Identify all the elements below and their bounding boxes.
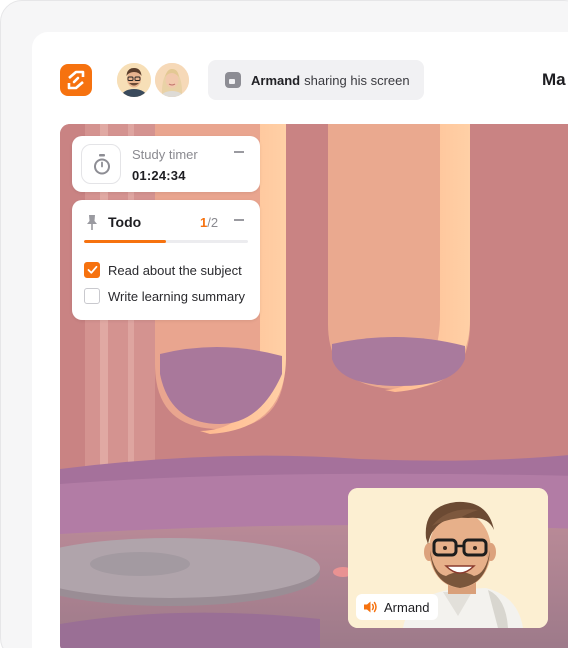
presenter-video-tile[interactable]: Armand	[348, 488, 548, 628]
todo-total-count: /2	[207, 215, 219, 230]
todo-progress-bar	[84, 240, 248, 243]
todo-item[interactable]: Write learning summary	[84, 288, 245, 304]
todo-item[interactable]: Read about the subject	[84, 262, 242, 278]
todo-widget: Todo 1/2 Read about the subject Write le…	[72, 200, 260, 320]
sharer-name: Armand	[251, 72, 301, 88]
screen-share-icon	[225, 72, 241, 88]
pin-icon[interactable]	[86, 215, 98, 230]
speaker-volume-icon	[364, 601, 377, 613]
app-logo-icon[interactable]	[60, 64, 92, 96]
todo-checkbox-unchecked[interactable]	[84, 288, 100, 304]
todo-progress-fill	[84, 240, 166, 243]
study-timer-title: Study timer	[132, 147, 198, 162]
study-timer-value: 01:24:34	[132, 168, 186, 183]
minimize-timer-button[interactable]	[234, 151, 244, 153]
meeting-title: Ma	[542, 70, 566, 89]
share-status-text: sharing his screen	[304, 72, 410, 88]
screen-share-status: Armand sharing his screen	[208, 60, 424, 100]
participant-avatar-woman[interactable]	[153, 61, 191, 99]
stopwatch-icon	[81, 144, 121, 184]
todo-title: Todo	[108, 214, 142, 230]
participant-avatar-armand[interactable]	[115, 61, 153, 99]
todo-checkbox-checked[interactable]	[84, 262, 100, 278]
minimize-todo-button[interactable]	[234, 219, 244, 221]
speaker-label: Armand	[356, 594, 438, 620]
todo-item-label: Read about the subject	[108, 262, 242, 278]
todo-progress-count: 1/2	[200, 215, 218, 230]
study-timer-widget: Study timer 01:24:34	[72, 136, 260, 192]
speaker-name: Armand	[384, 599, 430, 615]
todo-item-label: Write learning summary	[108, 288, 246, 304]
